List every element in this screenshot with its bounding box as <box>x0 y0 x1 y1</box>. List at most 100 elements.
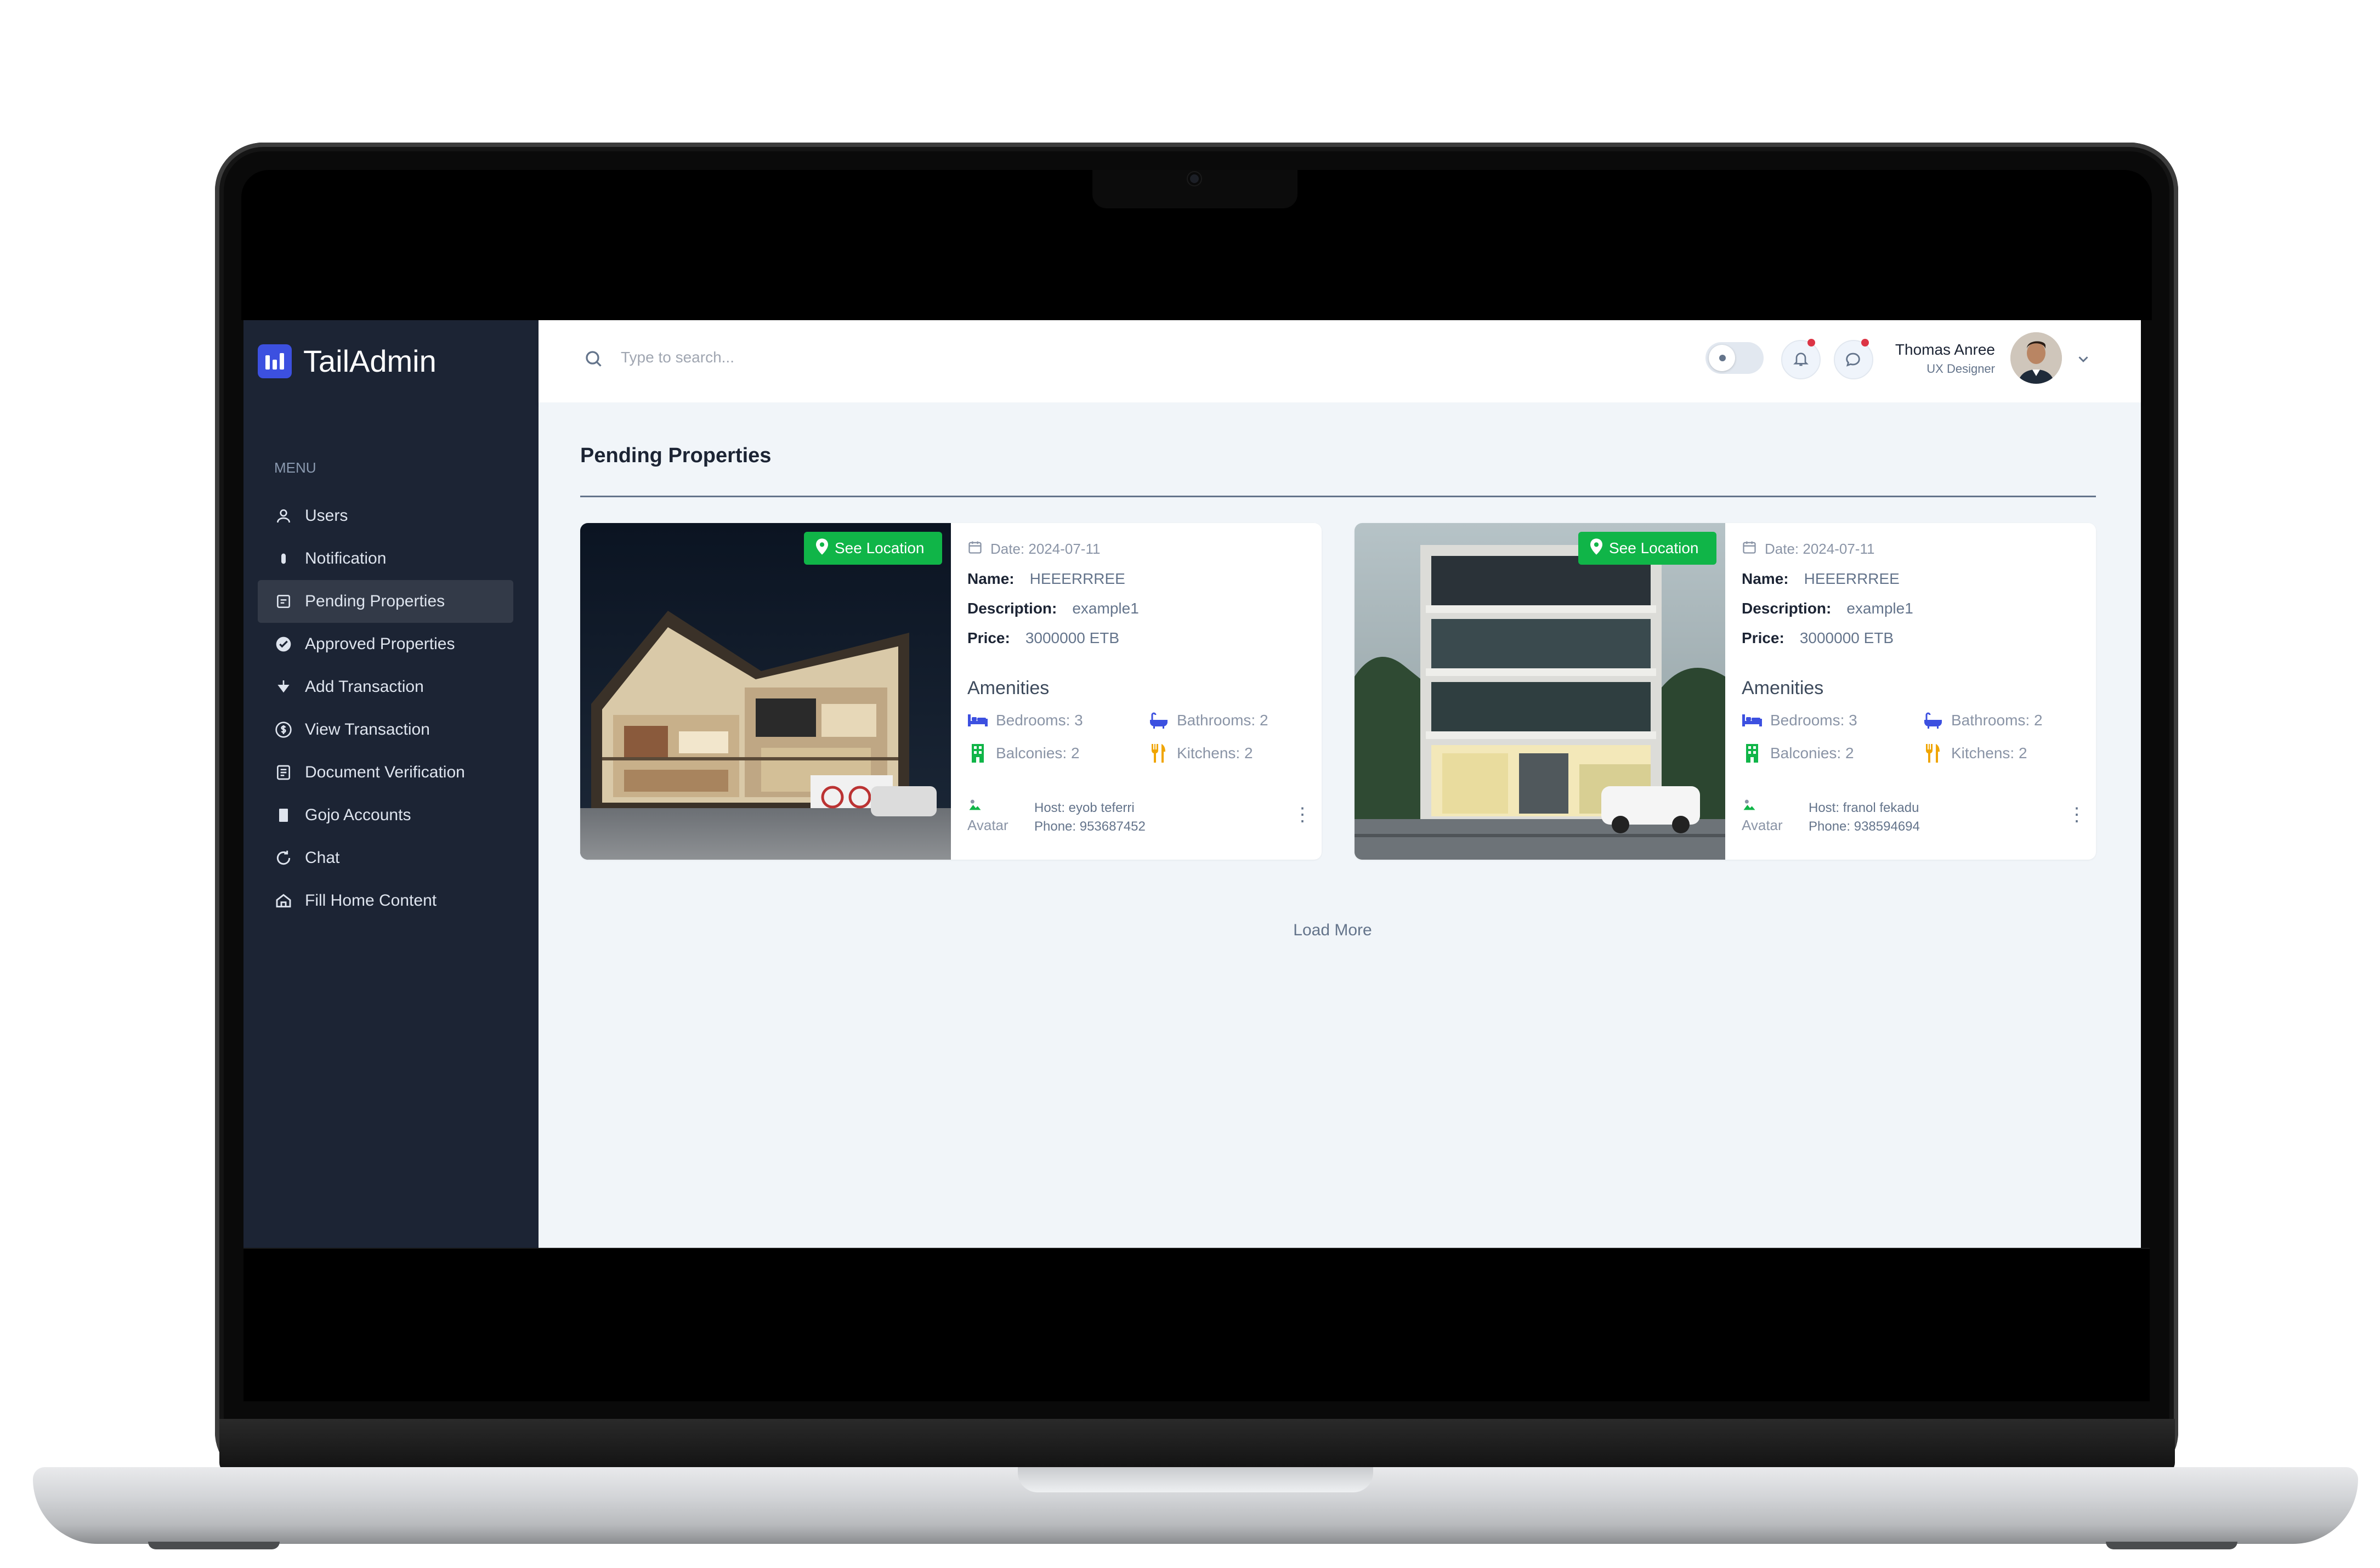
avatar-alt-text: Avatar <box>1742 817 1783 833</box>
bathtub-icon <box>1148 712 1169 729</box>
sidebar-item-label: Fill Home Content <box>305 891 437 910</box>
sidebar-item-label: Notification <box>305 549 387 567</box>
price-label: Price: <box>967 629 1010 646</box>
sidebar-item-label: Pending Properties <box>305 592 445 610</box>
document-icon <box>273 762 294 783</box>
user-icon <box>273 505 294 526</box>
toggle-knob <box>1709 345 1735 371</box>
kitchens-label: Kitchens: 2 <box>1951 745 2027 762</box>
home-icon <box>273 890 294 911</box>
sidebar-item-label: Document Verification <box>305 763 465 781</box>
property-image[interactable] <box>580 523 951 860</box>
balconies-amenity: Balconies: 2 <box>1742 744 1854 763</box>
bathrooms-amenity: Bathrooms: 2 <box>1923 712 2043 729</box>
bed-icon <box>1742 712 1763 729</box>
user-role: UX Designer <box>1926 362 1995 376</box>
bell-icon <box>273 548 294 569</box>
property-description-row: Description: example1 <box>967 600 1139 617</box>
kitchens-amenity: Kitchens: 2 <box>1148 744 1253 763</box>
property-date: Date: 2024-07-11 <box>990 541 1101 557</box>
property-date: Date: 2024-07-11 <box>1765 541 1875 557</box>
property-price: 3000000 ETB <box>1799 629 1894 646</box>
laptop-hinge <box>219 1419 2175 1473</box>
balconies-label: Balconies: 2 <box>996 745 1080 762</box>
book-icon <box>273 805 294 826</box>
screen-bottom-bezel <box>243 1248 2150 1401</box>
sidebar-item-fill-home-content[interactable]: Fill Home Content <box>258 879 513 922</box>
camera-icon <box>1190 174 1199 183</box>
amenities-title: Amenities <box>967 678 1050 698</box>
property-image[interactable] <box>1355 523 1725 860</box>
sidebar-item-gojo-accounts[interactable]: Gojo Accounts <box>258 794 513 837</box>
sidebar-item-label: View Transaction <box>305 720 430 738</box>
more-options-icon[interactable]: ⋮ <box>2067 804 2086 826</box>
date-line: Date: 2024-07-11 <box>1742 539 1874 559</box>
sidebar-item-label: Add Transaction <box>305 678 424 696</box>
sidebar-item-approved-properties[interactable]: Approved Properties <box>258 623 513 666</box>
see-location-button[interactable]: See Location <box>804 532 942 565</box>
bedrooms-label: Bedrooms: 3 <box>1770 712 1857 729</box>
host-name: Host: franol fekadu <box>1809 800 1919 815</box>
property-name: HEEERRREE <box>1804 570 1900 587</box>
price-label: Price: <box>1742 629 1784 646</box>
see-location-button[interactable]: See Location <box>1578 532 1716 565</box>
arrow-down-icon <box>273 677 294 697</box>
name-label: Name: <box>1742 570 1789 587</box>
sidebar-item-label: Users <box>305 507 348 525</box>
sidebar-item-label: Chat <box>305 849 340 867</box>
property-name-row: Name: HEEERRREE <box>1742 570 1900 588</box>
host-phone: Phone: 938594694 <box>1809 819 1920 834</box>
dark-mode-toggle[interactable] <box>1705 342 1764 374</box>
search-icon[interactable] <box>583 349 603 371</box>
building-icon <box>967 744 988 763</box>
kitchens-amenity: Kitchens: 2 <box>1923 744 2027 763</box>
description-label: Description: <box>1742 600 1832 617</box>
sidebar-item-document-verification[interactable]: Document Verification <box>258 751 513 794</box>
sidebar-item-pending-properties[interactable]: Pending Properties <box>258 580 513 623</box>
utensils-icon <box>1923 744 1943 763</box>
bed-icon <box>967 712 988 729</box>
chevron-down-icon[interactable] <box>2075 351 2092 370</box>
bathrooms-label: Bathrooms: 2 <box>1951 712 2043 729</box>
more-options-icon[interactable]: ⋮ <box>1293 804 1312 826</box>
sidebar-item-view-transaction[interactable]: View Transaction <box>258 708 513 751</box>
brand-name[interactable]: TailAdmin <box>303 343 437 379</box>
menu-section-label: MENU <box>274 459 316 476</box>
avatar-alt-text: Avatar <box>967 817 1008 833</box>
title-divider <box>580 496 2096 497</box>
property-price: 3000000 ETB <box>1025 629 1120 646</box>
property-price-row: Price: 3000000 ETB <box>967 629 1119 647</box>
property-description-row: Description: example1 <box>1742 600 1913 617</box>
sidebar-item-notification[interactable]: Notification <box>258 537 513 580</box>
sidebar-item-add-transaction[interactable]: Add Transaction <box>258 666 513 708</box>
sidebar-item-users[interactable]: Users <box>258 495 513 537</box>
see-location-label: See Location <box>1609 539 1699 556</box>
sidebar-item-label: Gojo Accounts <box>305 806 411 824</box>
bathrooms-label: Bathrooms: 2 <box>1177 712 1268 729</box>
balconies-amenity: Balconies: 2 <box>967 744 1080 763</box>
laptop-thumb-notch <box>1018 1467 1373 1492</box>
utensils-icon <box>1148 744 1169 763</box>
host-name: Host: eyob teferri <box>1034 800 1135 815</box>
load-more-button[interactable]: Load More <box>1206 921 1459 940</box>
search-input[interactable]: Type to search... <box>621 349 734 366</box>
host-phone: Phone: 953687452 <box>1034 819 1146 834</box>
laptop-foot-left <box>148 1542 280 1549</box>
property-name-row: Name: HEEERRREE <box>967 570 1125 588</box>
building-icon <box>1742 744 1763 763</box>
user-name[interactable]: Thomas Anree <box>1810 341 1995 359</box>
see-location-label: See Location <box>835 539 925 556</box>
brand-logo-icon[interactable] <box>258 344 292 378</box>
sidebar-item-chat[interactable]: Chat <box>258 837 513 879</box>
user-avatar[interactable] <box>2010 332 2062 384</box>
calendar-icon <box>1742 539 1757 559</box>
calendar-icon <box>967 539 983 559</box>
date-line: Date: 2024-07-11 <box>967 539 1100 559</box>
property-name: HEEERRREE <box>1029 570 1125 587</box>
map-pin-icon <box>1590 538 1602 559</box>
description-label: Description: <box>967 600 1057 617</box>
check-circle-icon <box>273 634 294 655</box>
map-pin-icon <box>816 538 828 559</box>
amenities-title: Amenities <box>1742 678 1824 698</box>
bedrooms-label: Bedrooms: 3 <box>996 712 1083 729</box>
